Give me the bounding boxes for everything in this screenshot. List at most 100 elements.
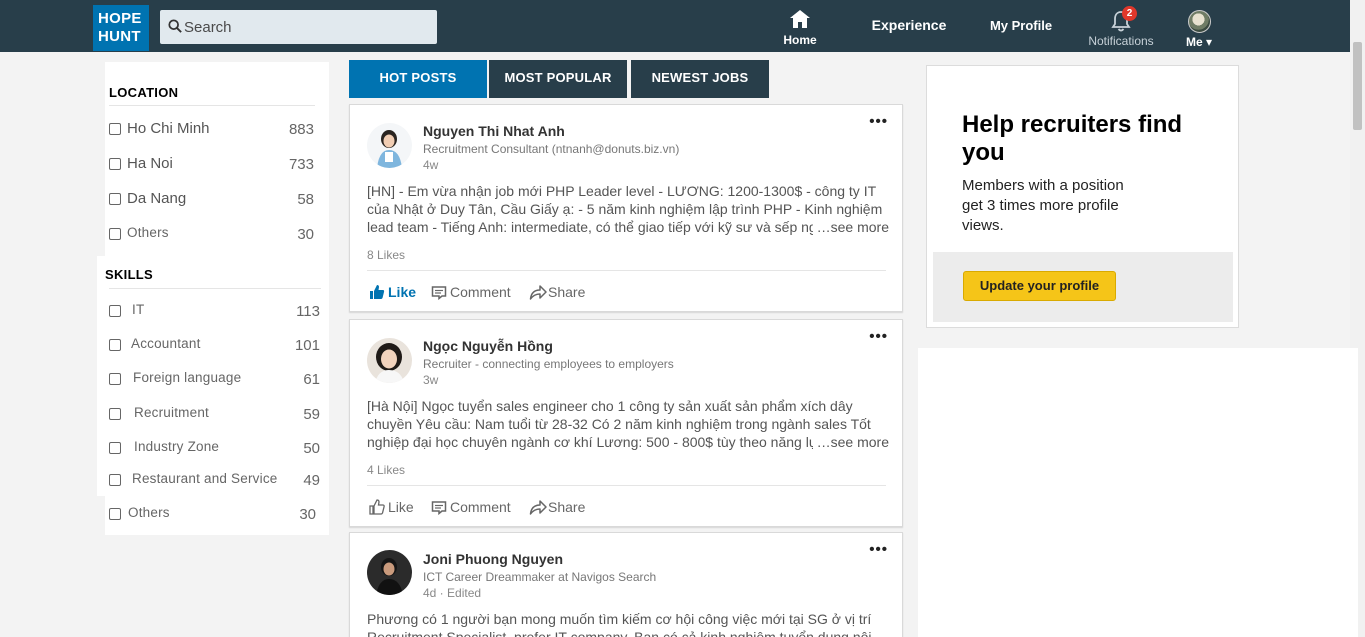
more-options-icon[interactable]: •••: [869, 113, 888, 130]
location-filter-title: LOCATION: [109, 85, 179, 100]
tab-newest-jobs[interactable]: NEWEST JOBS: [631, 60, 769, 98]
filter-count: 733: [288, 156, 314, 173]
top-navigation-bar: HOPE HUNT Home Experience My Profile 2 N…: [0, 0, 1365, 52]
promo-title: Help recruiters find you: [962, 111, 1183, 166]
logo-line-2: HUNT: [98, 28, 141, 45]
skill-filter-accountant[interactable]: Accountant 101: [109, 336, 321, 356]
logo-line-1: HOPE: [98, 10, 142, 27]
filter-label: Industry Zone: [134, 439, 220, 454]
filter-label: Foreign language: [133, 370, 242, 385]
promo-action-area: Update your profile: [933, 252, 1233, 322]
more-options-icon[interactable]: •••: [869, 328, 888, 345]
filter-label: IT: [132, 302, 145, 317]
author-name[interactable]: Joni Phuong Nguyen: [423, 551, 563, 567]
author-name[interactable]: Nguyen Thi Nhat Anh: [423, 123, 565, 139]
nav-home[interactable]: Home: [777, 0, 823, 52]
divider: [109, 288, 321, 289]
filter-label: Recruitment: [134, 405, 209, 420]
nav-experience[interactable]: Experience: [866, 0, 952, 52]
author-avatar[interactable]: [367, 338, 412, 383]
checkbox[interactable]: [109, 408, 121, 420]
location-filter-da-nang[interactable]: Da Nang 58: [109, 190, 315, 210]
checkbox[interactable]: [109, 373, 121, 385]
filter-label: Others: [128, 505, 170, 520]
filter-label: Restaurant and Service: [132, 471, 278, 486]
more-options-icon[interactable]: •••: [869, 541, 888, 558]
nav-my-profile[interactable]: My Profile: [988, 0, 1054, 52]
author-avatar[interactable]: [367, 550, 412, 595]
notification-count-badge: 2: [1122, 6, 1137, 21]
see-more-link[interactable]: …see more: [813, 218, 889, 236]
like-count[interactable]: 4 Likes: [367, 463, 405, 477]
author-name[interactable]: Ngọc Nguyễn Hồng: [423, 338, 553, 354]
share-label: Share: [548, 284, 586, 300]
filter-count: 49: [303, 472, 320, 489]
hope-hunt-logo[interactable]: HOPE HUNT: [93, 5, 149, 51]
checkbox[interactable]: [109, 123, 121, 135]
location-filter-ha-noi[interactable]: Ha Noi 733: [109, 155, 315, 175]
post-card: ••• Ngọc Nguyễn Hồng Recruiter - connect…: [349, 319, 903, 527]
post-text: [HN] - Em vừa nhận job mới PHP Leader le…: [367, 183, 883, 235]
location-filter-others[interactable]: Others 30: [109, 225, 315, 245]
filter-count: 58: [297, 191, 314, 208]
post-text: Phương có 1 người bạn mong muốn tìm kiếm…: [367, 611, 872, 637]
tab-most-popular[interactable]: MOST POPULAR: [489, 60, 627, 98]
comment-icon: [431, 286, 447, 300]
filter-count: 883: [288, 121, 314, 138]
divider: [109, 105, 315, 106]
like-label: Like: [388, 499, 414, 515]
share-icon: [529, 500, 547, 515]
share-icon: [529, 285, 547, 300]
right-rail-blank: [918, 348, 1358, 637]
filter-count: 30: [299, 506, 316, 523]
nav-home-label: Home: [783, 33, 817, 47]
checkbox[interactable]: [109, 305, 121, 317]
share-label: Share: [548, 499, 586, 515]
post-time: 4w: [423, 158, 439, 172]
filter-count: 50: [303, 440, 320, 457]
post-time: 4d · Edited: [423, 586, 482, 600]
home-icon: [790, 10, 810, 28]
nav-me-menu[interactable]: Me ▾: [1180, 0, 1220, 52]
checkbox[interactable]: [109, 508, 121, 520]
nav-me-label: Me ▾: [1186, 35, 1212, 49]
nav-experience-label: Experience: [871, 17, 947, 33]
author-headline: ICT Career Dreammaker at Navigos Search: [423, 570, 657, 584]
comment-label: Comment: [450, 499, 511, 515]
nav-notifications[interactable]: 2 Notifications: [1080, 0, 1162, 52]
search-input[interactable]: [184, 10, 434, 44]
checkbox[interactable]: [109, 339, 121, 351]
post-card: ••• Joni Phuong Nguyen ICT Career Dreamm…: [349, 532, 903, 637]
filter-count: 113: [296, 303, 320, 320]
filter-label: Ha Noi: [127, 155, 173, 172]
checkbox[interactable]: [109, 228, 121, 240]
author-avatar[interactable]: [367, 123, 412, 168]
checkbox[interactable]: [109, 442, 121, 454]
checkbox[interactable]: [109, 158, 121, 170]
skill-filter-recruitment[interactable]: Recruitment 59: [109, 405, 321, 425]
comment-label: Comment: [450, 284, 511, 300]
filter-label: Others: [127, 225, 169, 240]
like-label: Like: [388, 284, 417, 300]
skill-filter-restaurant-service[interactable]: Restaurant and Service 49: [109, 471, 321, 491]
skill-filter-others[interactable]: Others 30: [109, 505, 321, 525]
like-count[interactable]: 8 Likes: [367, 248, 405, 262]
update-profile-button[interactable]: Update your profile: [963, 271, 1116, 301]
author-headline: Recruitment Consultant (ntnanh@donuts.bi…: [423, 142, 680, 156]
author-photo: [367, 123, 412, 168]
author-photo: [367, 550, 412, 595]
scrollbar-thumb[interactable]: [1353, 42, 1362, 130]
nav-me-text: Me: [1186, 35, 1203, 49]
search-icon: [168, 19, 182, 33]
skill-filter-industry-zone[interactable]: Industry Zone 50: [109, 439, 321, 459]
see-more-link[interactable]: …see more: [813, 433, 889, 451]
skills-filter-title: SKILLS: [105, 267, 154, 282]
location-filter-ho-chi-minh[interactable]: Ho Chi Minh 883: [109, 120, 315, 140]
checkbox[interactable]: [109, 193, 121, 205]
skill-filter-it[interactable]: IT 113: [109, 302, 321, 322]
tab-hot-posts[interactable]: HOT POSTS: [349, 60, 487, 98]
search-box[interactable]: [160, 10, 437, 44]
checkbox[interactable]: [109, 474, 121, 486]
nav-my-profile-label: My Profile: [989, 18, 1053, 33]
skill-filter-foreign-language[interactable]: Foreign language 61: [109, 370, 321, 390]
